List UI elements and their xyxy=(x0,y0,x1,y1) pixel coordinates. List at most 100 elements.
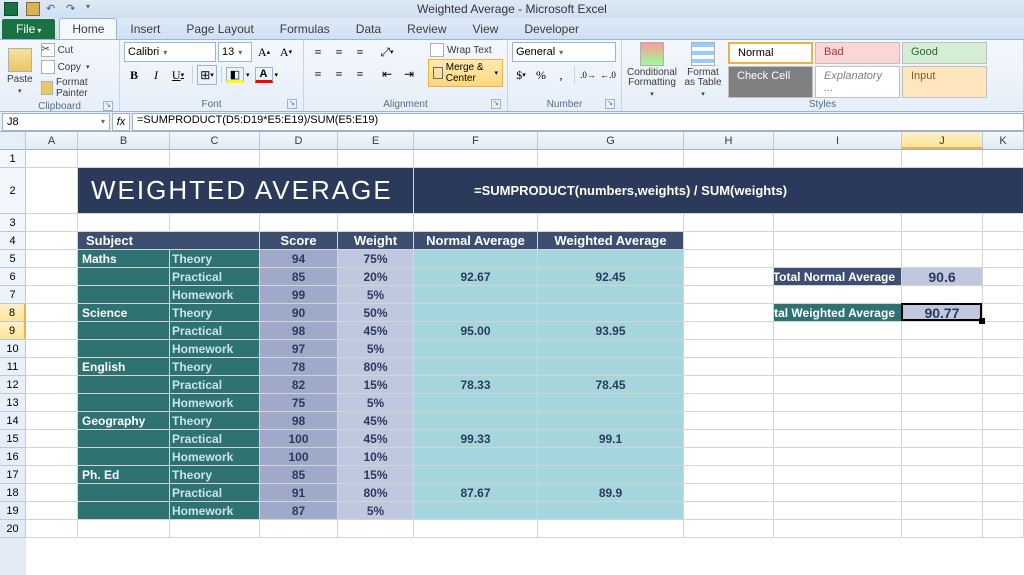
weight-cell[interactable]: 5% xyxy=(338,286,414,303)
cell-H4[interactable] xyxy=(684,232,774,249)
cut-button[interactable]: ✂Cut xyxy=(39,42,115,58)
cell-K11[interactable] xyxy=(983,358,1024,375)
row-header-6[interactable]: 6 xyxy=(0,268,26,286)
decrease-decimal-button[interactable]: ←.0 xyxy=(599,65,617,85)
cell-J5[interactable] xyxy=(902,250,983,267)
normal-avg-cell[interactable] xyxy=(414,250,538,267)
wrap-text-button[interactable]: Wrap Text xyxy=(428,42,503,58)
grow-font-button[interactable]: A▴ xyxy=(254,42,274,62)
cell-A3[interactable] xyxy=(26,214,78,231)
format-as-table-button[interactable]: Format as Table▾ xyxy=(681,42,725,98)
weight-cell[interactable]: 5% xyxy=(338,394,414,411)
cell-H11[interactable] xyxy=(684,358,774,375)
cell-K8[interactable] xyxy=(983,304,1024,321)
cell-I18[interactable] xyxy=(774,484,902,501)
type-cell[interactable]: Theory xyxy=(170,304,260,321)
dialog-launcher-icon[interactable]: ↘ xyxy=(287,99,297,109)
align-bottom-button[interactable]: ≡ xyxy=(350,42,370,62)
cell-I4[interactable] xyxy=(774,232,902,249)
tab-developer[interactable]: Developer xyxy=(511,18,592,39)
fx-button[interactable]: fx xyxy=(112,113,130,131)
cell-I17[interactable] xyxy=(774,466,902,483)
score-cell[interactable]: 87 xyxy=(260,502,338,519)
subject-cell[interactable]: Maths xyxy=(78,250,170,267)
cell-K17[interactable] xyxy=(983,466,1024,483)
weight-cell[interactable]: 20% xyxy=(338,268,414,285)
total-weighted-value[interactable]: 90.77 xyxy=(902,304,983,321)
file-tab[interactable]: File▾ xyxy=(2,19,55,39)
cell-K13[interactable] xyxy=(983,394,1024,411)
weighted-avg-cell[interactable]: 92.45 xyxy=(538,268,684,285)
cell-A12[interactable] xyxy=(26,376,78,393)
cell-A4[interactable] xyxy=(26,232,78,249)
dialog-launcher-icon[interactable]: ↘ xyxy=(605,99,615,109)
font-color-button[interactable]: A xyxy=(255,67,273,83)
score-cell[interactable]: 98 xyxy=(260,322,338,339)
fill-color-button[interactable]: ◧ xyxy=(226,67,244,83)
row-header-5[interactable]: 5 xyxy=(0,250,26,268)
subject-cell[interactable]: Ph. Ed xyxy=(78,466,170,483)
dropdown-icon[interactable]: ▾ xyxy=(275,71,279,79)
italic-button[interactable]: I xyxy=(146,65,166,85)
normal-avg-cell[interactable] xyxy=(414,394,538,411)
row-header-18[interactable]: 18 xyxy=(0,484,26,502)
tab-home[interactable]: Home xyxy=(59,18,117,39)
weighted-avg-cell[interactable] xyxy=(538,502,684,519)
weight-cell[interactable]: 15% xyxy=(338,376,414,393)
comma-button[interactable]: , xyxy=(552,65,570,85)
weighted-avg-cell[interactable] xyxy=(538,358,684,375)
total-normal-value[interactable]: 90.6 xyxy=(902,268,983,285)
normal-avg-cell[interactable]: 95.00 xyxy=(414,322,538,339)
weight-cell[interactable]: 80% xyxy=(338,484,414,501)
score-cell[interactable]: 75 xyxy=(260,394,338,411)
cell-K20[interactable] xyxy=(983,520,1024,537)
font-size-combo[interactable]: 13▾ xyxy=(218,42,252,62)
row-header-15[interactable]: 15 xyxy=(0,430,26,448)
style-input[interactable]: Input xyxy=(902,66,987,98)
cell-K9[interactable] xyxy=(983,322,1024,339)
qat-customize-icon[interactable]: ▾ xyxy=(86,2,100,16)
type-cell[interactable]: Practical xyxy=(170,484,260,501)
cell-H1[interactable] xyxy=(684,150,774,167)
tab-view[interactable]: View xyxy=(460,18,512,39)
total-weighted-label[interactable]: Total Weighted Average xyxy=(774,304,902,321)
subject-cell[interactable]: Science xyxy=(78,304,170,321)
row-header-4[interactable]: 4 xyxy=(0,232,26,250)
type-cell[interactable]: Homework xyxy=(170,394,260,411)
weight-cell[interactable]: 45% xyxy=(338,430,414,447)
row-header-19[interactable]: 19 xyxy=(0,502,26,520)
subject-cell[interactable] xyxy=(78,484,170,501)
cell-A14[interactable] xyxy=(26,412,78,429)
cell-C3[interactable] xyxy=(170,214,260,231)
cell-H7[interactable] xyxy=(684,286,774,303)
cell-H3[interactable] xyxy=(684,214,774,231)
dialog-launcher-icon[interactable]: ↘ xyxy=(103,101,113,111)
row-header-12[interactable]: 12 xyxy=(0,376,26,394)
score-cell[interactable]: 94 xyxy=(260,250,338,267)
font-name-combo[interactable]: Calibri▾ xyxy=(124,42,216,62)
format-painter-button[interactable]: Format Painter xyxy=(39,76,115,100)
type-cell[interactable]: Homework xyxy=(170,340,260,357)
cell-grid[interactable]: WEIGHTED AVERAGE=SUMPRODUCT(numbers,weig… xyxy=(26,150,1024,575)
cell-A2[interactable] xyxy=(26,168,78,213)
col-header-B[interactable]: B xyxy=(78,132,170,149)
cell-J4[interactable] xyxy=(902,232,983,249)
cell-H13[interactable] xyxy=(684,394,774,411)
formula-input[interactable]: =SUMPRODUCT(D5:D19*E5:E19)/SUM(E5:E19) xyxy=(132,113,1024,131)
cell-J15[interactable] xyxy=(902,430,983,447)
cell-J14[interactable] xyxy=(902,412,983,429)
col-header-H[interactable]: H xyxy=(684,132,774,149)
col-header-I[interactable]: I xyxy=(774,132,902,149)
cell-H15[interactable] xyxy=(684,430,774,447)
normal-avg-cell[interactable] xyxy=(414,502,538,519)
type-cell[interactable]: Theory xyxy=(170,412,260,429)
header-normal[interactable]: Normal Average xyxy=(414,232,538,249)
row-header-13[interactable]: 13 xyxy=(0,394,26,412)
cell-J19[interactable] xyxy=(902,502,983,519)
cell-J11[interactable] xyxy=(902,358,983,375)
merge-center-button[interactable]: Merge & Center▾ xyxy=(428,59,503,87)
cell-K1[interactable] xyxy=(983,150,1024,167)
weighted-avg-cell[interactable]: 89.9 xyxy=(538,484,684,501)
weight-cell[interactable]: 45% xyxy=(338,412,414,429)
weight-cell[interactable]: 15% xyxy=(338,466,414,483)
